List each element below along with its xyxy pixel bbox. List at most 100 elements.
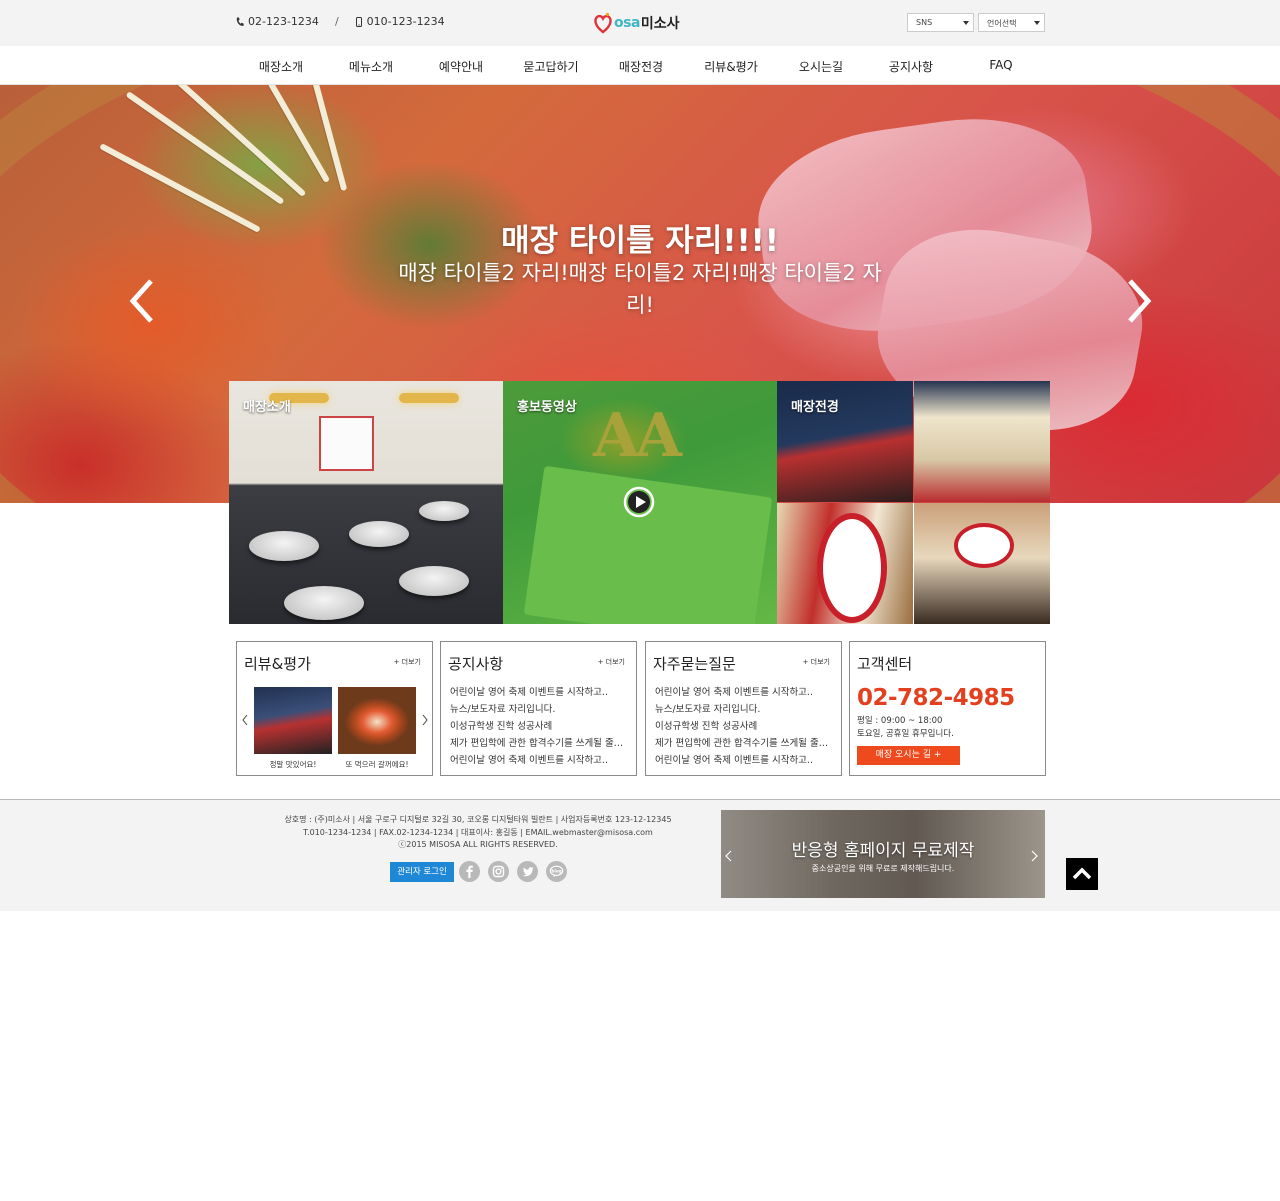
logo-text-ko: 미소사 [640,16,680,32]
faq-more-link[interactable]: + 더보기 [803,657,830,667]
store-view-label: 매장전경 [791,400,839,415]
chevron-right-icon[interactable] [422,714,428,726]
nav-item-faq[interactable]: FAQ [989,58,1012,72]
store-view-photo-4 [914,503,1050,624]
review-thumbnail [338,687,416,754]
review-caption: 정말 맛있어요! [269,760,317,769]
logo-text-en: osa [614,15,640,31]
chevron-left-icon[interactable] [725,850,732,862]
table-decor [284,586,364,620]
table-decor [419,501,469,521]
phone-2: 010-123-1234 [355,15,445,28]
admin-login-button[interactable]: 관리자 로그인 [390,862,454,882]
nav-item-review[interactable]: 리뷰&평가 [704,58,758,75]
facebook-icon[interactable] [459,861,480,882]
store-intro-panel[interactable]: 매장소개 [229,381,503,624]
sign-decor [954,523,1014,568]
play-icon[interactable] [623,486,655,518]
nav-item-menu-intro[interactable]: 메뉴소개 [349,58,393,75]
chevron-right-icon[interactable] [1124,278,1154,324]
promo-video-panel[interactable]: AA 홍보동영상 [503,381,777,624]
sign-decor [817,513,887,623]
blog-icon[interactable]: blog [546,861,567,882]
review-box: 리뷰&평가 + 더보기 정말 맛있어요! 또 먹으러 갈꺼에요! [236,641,433,776]
faq-list: 어린이날 영어 축제 이벤트를 시작하고.. 뉴스/보도자료 자리입니다. 이성… [655,684,838,769]
sns-select[interactable]: SNS [907,13,974,32]
site-logo[interactable]: osa 미소사 [593,8,693,38]
aa-sign-decor: AA [593,401,682,471]
list-item[interactable]: 어린이날 영어 축제 이벤트를 시작하고.. [655,752,838,769]
list-item[interactable]: 어린이날 영어 축제 이벤트를 시작하고.. [655,684,838,701]
nav-item-qna[interactable]: 묻고답하기 [523,58,578,75]
sns-select-value: SNS [916,18,933,27]
twitter-icon[interactable] [517,861,538,882]
store-view-photo-3 [777,503,913,624]
chevron-right-icon[interactable] [1031,850,1038,862]
hero-title: 매장 타이틀 자리!!!! [501,223,779,259]
review-item[interactable]: 또 먹으러 갈꺼에요! [338,687,416,770]
table-decor [249,531,319,561]
phone-2-text: 010-123-1234 [366,15,445,28]
nav-item-reservation[interactable]: 예약안내 [439,58,483,75]
scroll-top-button[interactable] [1066,858,1098,890]
list-item[interactable]: 제가 편입학에 관한 합격수기를 쓰게될 줄… [450,735,633,752]
banner-title: 반응형 홈페이지 무료제작 [791,841,975,861]
nav-item-directions[interactable]: 오시는길 [799,58,843,75]
list-item[interactable]: 제가 편입학에 관한 합격수기를 쓰게될 줄… [655,735,838,752]
review-more-link[interactable]: + 더보기 [394,657,421,667]
copyright: ⓒ2015 MISOSA ALL RIGHTS RESERVED. [398,840,558,849]
business-hours-holiday: 토요일, 공휴일 휴무입니다. [857,729,954,739]
list-item[interactable]: 뉴스/보도자료 자리입니다. [655,701,838,718]
footer: 상호명 : (주)미소사 | 서울 구로구 디지털로 32길 30, 코오롱 디… [0,799,1280,911]
faq-box: 자주묻는질문 + 더보기 어린이날 영어 축제 이벤트를 시작하고.. 뉴스/보… [645,641,842,776]
customer-center-box: 고객센터 02-782-4985 평일 : 09:00 ~ 18:00 토요일,… [849,641,1046,776]
svg-text:blog: blog [551,868,561,873]
list-item[interactable]: 이성규학생 진학 성공사례 [655,718,838,735]
table-decor [399,566,469,596]
nav-item-store-view[interactable]: 매장전경 [619,58,663,75]
menu-board-decor [319,416,374,471]
instagram-icon[interactable] [488,861,509,882]
chevron-down-icon [963,21,969,25]
chevron-up-icon [1072,867,1092,880]
company-info-line1: 상호명 : (주)미소사 | 서울 구로구 디지털로 32길 30, 코오롱 디… [284,815,672,824]
customer-center-phone: 02-782-4985 [857,685,1015,711]
chevron-left-icon[interactable] [242,714,248,726]
main-nav: 매장소개 메뉴소개 예약안내 묻고답하기 매장전경 리뷰&평가 오시는길 공지사… [0,46,1280,85]
chevron-down-icon [1034,21,1040,25]
review-caption: 또 먹으러 갈꺼에요! [345,760,409,769]
list-item[interactable]: 뉴스/보도자료 자리입니다. [450,701,633,718]
directions-button[interactable]: 매장 오시는 길 + [857,746,960,765]
business-hours: 평일 : 09:00 ~ 18:00 토요일, 공휴일 휴무입니다. [857,715,954,741]
language-select[interactable]: 언어선택 [978,13,1045,32]
promo-video-label: 홍보동영상 [517,400,577,415]
company-info: 상호명 : (주)미소사 | 서울 구로구 디지털로 32길 30, 코오롱 디… [258,814,698,852]
faq-box-title: 자주묻는질문 [653,655,736,673]
list-item[interactable]: 이성규학생 진학 성공사례 [450,718,633,735]
review-thumbnail [254,687,332,754]
notice-more-link[interactable]: + 더보기 [598,657,625,667]
nav-item-notice[interactable]: 공지사항 [889,58,933,75]
company-info-line2: T.010-1234-1234 | FAX.02-1234-1234 | 대표이… [303,827,653,837]
lamp-decor [399,393,459,403]
mobile-icon [355,16,362,27]
business-hours-weekday: 평일 : 09:00 ~ 18:00 [857,716,943,726]
heart-logo-icon [594,12,612,34]
review-item[interactable]: 정말 맛있어요! [254,687,332,770]
list-item[interactable]: 어린이날 영어 축제 이벤트를 시작하고.. [450,752,633,769]
table-decor [349,521,409,547]
phone-icon [236,17,244,26]
chevron-left-icon[interactable] [127,278,157,324]
promo-banner[interactable]: 반응형 홈페이지 무료제작 중소상공인을 위해 무료로 제작해드립니다. [721,810,1045,898]
banner-subtitle: 중소상공인을 위해 무료로 제작해드립니다. [811,864,955,873]
store-view-panel[interactable]: 매장전경 [777,381,1051,624]
hero-subtitle: 매장 타이틀2 자리!매장 타이틀2 자리!매장 타이틀2 자리! [398,261,882,317]
store-view-photo-2 [914,381,1050,502]
review-box-title: 리뷰&평가 [244,655,311,673]
list-item[interactable]: 어린이날 영어 축제 이벤트를 시작하고.. [450,684,633,701]
nav-item-store-intro[interactable]: 매장소개 [259,58,303,75]
phone-1: 02-123-1234 [236,15,319,28]
store-intro-label: 매장소개 [243,400,291,415]
notice-box-title: 공지사항 [448,655,504,673]
phone-1-text: 02-123-1234 [248,15,319,28]
